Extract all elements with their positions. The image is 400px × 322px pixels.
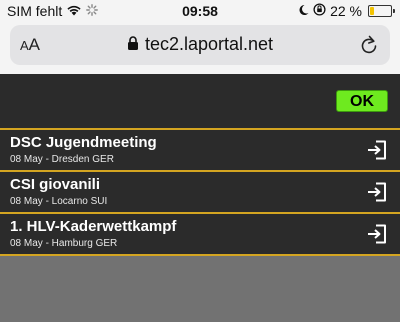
enter-icon[interactable] <box>366 139 388 166</box>
battery-fill <box>370 7 374 15</box>
event-row[interactable]: CSI giovanili 08 May - Locarno SUI <box>0 170 400 212</box>
event-title: DSC Jugendmeeting <box>10 134 157 151</box>
status-right: 22 % <box>298 3 395 19</box>
reload-icon[interactable] <box>360 35 378 60</box>
browser-chrome: AA tec2.laportal.net <box>0 22 400 74</box>
event-title: 1. HLV-Kaderwettkampf <box>10 218 177 235</box>
address-bar[interactable]: AA tec2.laportal.net <box>10 25 390 65</box>
moon-icon <box>298 3 309 19</box>
event-subtitle: 08 May - Hamburg GER <box>10 238 118 249</box>
enter-icon[interactable] <box>366 181 388 208</box>
event-row[interactable]: DSC Jugendmeeting 08 May - Dresden GER <box>0 128 400 170</box>
app-toolbar: OK <box>0 74 400 130</box>
lock-icon <box>127 35 139 56</box>
orientation-lock-icon <box>313 3 326 19</box>
event-row[interactable]: 1. HLV-Kaderwettkampf 08 May - Hamburg G… <box>0 212 400 256</box>
event-list: DSC Jugendmeeting 08 May - Dresden GER C… <box>0 128 400 256</box>
enter-icon[interactable] <box>366 223 388 250</box>
ok-button[interactable]: OK <box>336 90 388 112</box>
battery-icon <box>368 5 395 17</box>
battery-percent: 22 % <box>330 3 362 19</box>
event-subtitle: 08 May - Locarno SUI <box>10 196 108 207</box>
event-title: CSI giovanili <box>10 176 101 193</box>
event-subtitle: 08 May - Dresden GER <box>10 154 114 165</box>
battery-tip <box>393 9 395 13</box>
url-display[interactable]: tec2.laportal.net <box>10 34 390 56</box>
url-text: tec2.laportal.net <box>144 34 274 54</box>
status-bar: SIM fehlt 09:58 22 % <box>0 0 400 22</box>
